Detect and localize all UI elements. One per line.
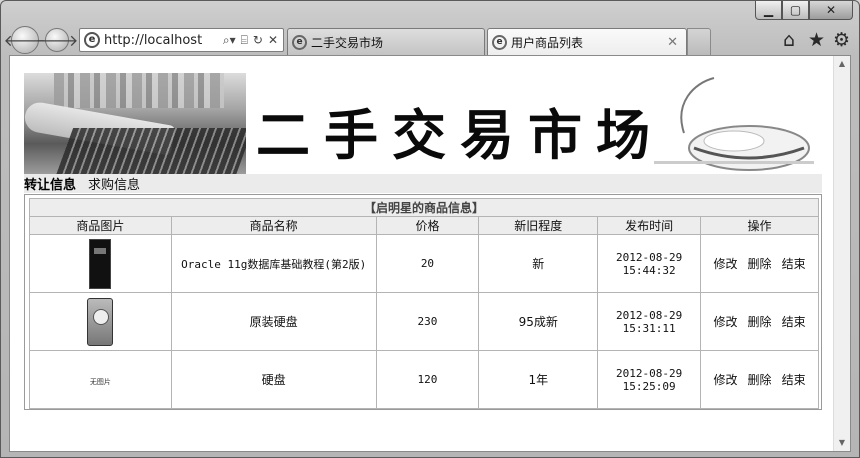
date-text: 2012-08-29: [616, 366, 683, 380]
product-condition: 95成新: [478, 292, 599, 351]
tab-close-icon[interactable]: ✕: [667, 35, 678, 50]
column-header-actions: 操作: [700, 216, 819, 235]
book-thumbnail[interactable]: [89, 238, 112, 289]
product-date: 2012-08-29 15:44:32: [597, 234, 702, 293]
scroll-up-icon[interactable]: ▲: [834, 56, 850, 72]
close-button[interactable]: ✕: [809, 1, 853, 20]
delete-link[interactable]: 删除: [748, 315, 772, 329]
finish-link[interactable]: 结束: [782, 315, 806, 329]
hard-drive-thumbnail[interactable]: [87, 297, 114, 346]
time-text: 15:31:11: [622, 321, 676, 335]
scroll-down-icon[interactable]: ▼: [834, 435, 850, 451]
product-image-cell: 无图片: [29, 350, 172, 409]
tab-label: 二手交易市场: [311, 35, 384, 50]
tab-market[interactable]: e 二手交易市场: [287, 28, 485, 55]
window-controls: ▁ ▢ ✕: [755, 1, 853, 21]
edit-link[interactable]: 修改: [714, 373, 738, 387]
tab-user-products[interactable]: e 用户商品列表 ✕: [487, 28, 687, 56]
forward-button[interactable]: 🡒: [36, 28, 78, 52]
product-name: Oracle 11g数据库基础教程(第2版): [170, 234, 377, 293]
browser-window: ▁ ▢ ✕ 🡐 🡒 e http://localhost ⌕▾ ⌸ ↻ ✕ e …: [0, 0, 860, 458]
product-actions: 修改 删除 结束: [700, 234, 819, 293]
column-header-image: 商品图片: [29, 216, 172, 235]
vertical-scrollbar[interactable]: ▲ ▼: [833, 56, 850, 451]
date-text: 2012-08-29: [616, 308, 683, 322]
product-date: 2012-08-29 15:25:09: [597, 350, 702, 409]
banner-photo: [24, 73, 246, 174]
favorites-star-icon[interactable]: ★: [808, 29, 825, 51]
compatibility-icon[interactable]: ⌸: [241, 33, 248, 48]
column-header-price: 价格: [375, 216, 480, 235]
address-bar[interactable]: e http://localhost ⌕▾ ⌸ ↻ ✕: [79, 28, 284, 52]
nav-wanted-info[interactable]: 求购信息: [88, 174, 140, 193]
finish-link[interactable]: 结束: [782, 257, 806, 271]
site-banner: 二手交易市场: [24, 73, 814, 174]
product-condition: 1年: [478, 350, 599, 409]
finish-link[interactable]: 结束: [782, 373, 806, 387]
table-row: 无图片 硬盘 120 1年 2012-08-29 15:25:09 修改 删除 结束: [29, 350, 819, 409]
banner-title: 二手交易市场: [256, 103, 664, 167]
date-text: 2012-08-29: [616, 250, 683, 264]
address-text: http://localhost: [104, 32, 203, 48]
column-header-condition: 新旧程度: [478, 216, 599, 235]
time-text: 15:25:09: [622, 379, 676, 393]
tab-label: 用户商品列表: [511, 36, 584, 50]
column-header-name: 商品名称: [170, 216, 377, 235]
product-table: 【启明星的商品信息】 商品图片 商品名称 价格 新旧程度 发布时间 操作 Ora…: [29, 198, 819, 409]
product-image-cell: [29, 292, 172, 351]
product-condition: 新: [478, 234, 599, 293]
computer-mouse-image: [654, 77, 814, 171]
table-caption: 【启明星的商品信息】: [29, 198, 819, 217]
product-date: 2012-08-29 15:31:11: [597, 292, 702, 351]
ie-page-icon: e: [84, 32, 100, 48]
product-table-box: 【启明星的商品信息】 商品图片 商品名称 价格 新旧程度 发布时间 操作 Ora…: [24, 194, 822, 410]
maximize-button[interactable]: ▢: [782, 1, 809, 20]
delete-link[interactable]: 删除: [748, 257, 772, 271]
stop-icon[interactable]: ✕: [268, 33, 278, 48]
home-icon[interactable]: ⌂: [783, 29, 795, 51]
product-actions: 修改 删除 结束: [700, 350, 819, 409]
product-price: 120: [375, 350, 480, 409]
category-nav: 转让信息 求购信息: [24, 174, 822, 193]
page-viewport: 二手交易市场 转让信息 求购信息 【启明星的商品信息】 商品图片 商品名称 价格…: [9, 55, 851, 452]
edit-link[interactable]: 修改: [714, 257, 738, 271]
product-image-cell: [29, 234, 172, 293]
time-text: 15:44:32: [622, 263, 676, 277]
column-header-date: 发布时间: [597, 216, 702, 235]
edit-link[interactable]: 修改: [714, 315, 738, 329]
product-price: 20: [375, 234, 480, 293]
ie-tab-icon: e: [492, 35, 507, 50]
gear-icon[interactable]: ⚙: [833, 29, 850, 51]
product-name: 原装硬盘: [170, 292, 377, 351]
nav-transfer-info[interactable]: 转让信息: [24, 174, 76, 193]
forward-arrow-icon: 🡒: [35, 31, 79, 50]
product-name: 硬盘: [170, 350, 377, 409]
image-alt-text[interactable]: 无图片: [90, 378, 111, 386]
table-row: 原装硬盘 230 95成新 2012-08-29 15:31:11 修改 删除 结束: [29, 292, 819, 351]
product-actions: 修改 删除 结束: [700, 292, 819, 351]
minimize-button[interactable]: ▁: [755, 1, 782, 20]
search-dropdown-icon[interactable]: ⌕▾: [223, 33, 236, 48]
delete-link[interactable]: 删除: [748, 373, 772, 387]
product-price: 230: [375, 292, 480, 351]
ie-tab-icon: e: [292, 34, 307, 50]
table-row: Oracle 11g数据库基础教程(第2版) 20 新 2012-08-29 15…: [29, 234, 819, 293]
refresh-icon[interactable]: ↻: [253, 33, 263, 48]
new-tab-button[interactable]: [687, 28, 711, 55]
